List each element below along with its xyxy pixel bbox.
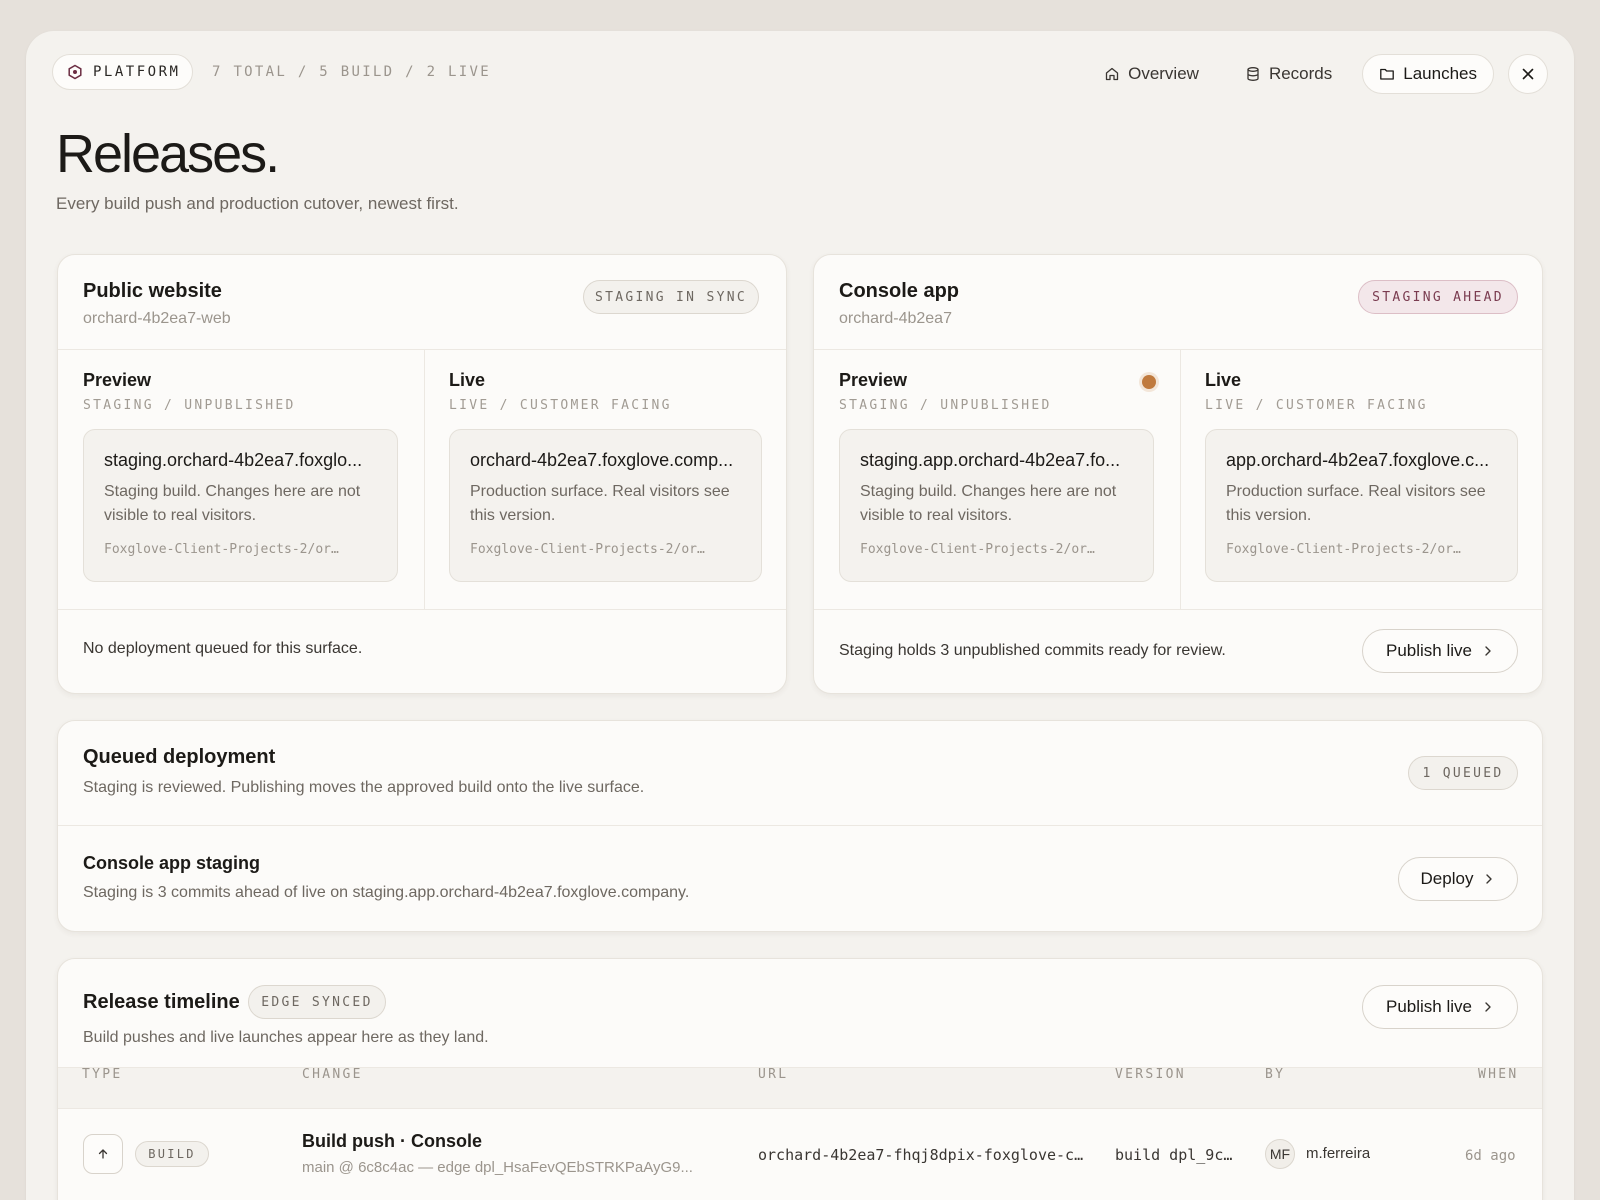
deploy-label: Deploy <box>1420 869 1474 888</box>
queue-title: Queued deployment <box>83 746 276 768</box>
column-header-version[interactable]: VERSION <box>1115 1067 1186 1082</box>
column-header-type[interactable]: TYPE <box>82 1067 123 1082</box>
change-title[interactable]: Build push · Console <box>302 1131 482 1152</box>
preview-url[interactable]: staging.app.orchard-4b2ea7.fo... <box>860 450 1139 471</box>
live-title: Live <box>449 370 486 390</box>
home-icon <box>1105 67 1119 81</box>
nav-records-label: Records <box>1268 64 1333 83</box>
avatar: MF <box>1265 1139 1295 1169</box>
close-icon <box>1522 68 1534 80</box>
project-footer-text: No deployment queued for this surface. <box>83 640 363 657</box>
status-badge: STAGING IN SYNC <box>583 280 759 314</box>
top-bar: PLATFORM 7 TOTAL / 5 BUILD / 2 LIVE Over… <box>52 54 1548 94</box>
column-header-url[interactable]: URL <box>758 1067 788 1082</box>
divider <box>58 349 786 350</box>
chevron-right-icon <box>1486 874 1493 884</box>
nav-records[interactable]: Records <box>1229 54 1348 94</box>
publish-live-label: Publish live <box>1386 641 1472 660</box>
preview-title: Preview <box>839 370 908 390</box>
preview-title: Preview <box>83 370 152 390</box>
nav-launches-label: Launches <box>1403 64 1477 83</box>
column-header-by[interactable]: BY <box>1265 1067 1285 1082</box>
edge-synced-badge: EDGE SYNCED <box>248 985 386 1019</box>
hexagon-icon <box>68 64 82 80</box>
preview-path: Foxglove-Client-Projects-2/or… <box>104 542 339 557</box>
row-author: m.ferreira <box>1306 1145 1371 1162</box>
preview-description: Staging build. Changes here are not visi… <box>104 483 361 524</box>
project-card-console-app: Console app orchard-4b2ea7 STAGING AHEAD… <box>813 254 1543 694</box>
divider <box>58 609 786 610</box>
unpublished-indicator <box>1142 375 1156 389</box>
project-card-public-website: Public website orchard-4b2ea7-web STAGIN… <box>57 254 787 694</box>
divider <box>58 825 1542 826</box>
close-button[interactable] <box>1508 54 1548 94</box>
live-url[interactable]: app.orchard-4b2ea7.foxglove.c... <box>1226 450 1503 471</box>
timeline-title: Release timeline <box>83 991 240 1013</box>
folder-icon <box>1380 68 1395 80</box>
deploy-button[interactable]: Deploy <box>1398 857 1518 901</box>
platform-label: PLATFORM <box>93 64 181 80</box>
project-title: Console app <box>839 280 960 302</box>
live-title: Live <box>1205 370 1242 390</box>
project-footer-text: Staging holds 3 unpublished commits read… <box>839 642 1226 659</box>
publish-live-label: Publish live <box>1386 997 1472 1016</box>
nav-overview-label: Overview <box>1128 64 1199 83</box>
project-id: orchard-4b2ea7 <box>839 310 952 327</box>
preview-url[interactable]: staging.orchard-4b2ea7.foxglo... <box>104 450 383 471</box>
preview-subtitle: STAGING / UNPUBLISHED <box>839 398 1052 413</box>
main-nav: Overview Records Launches <box>1088 54 1548 94</box>
nav-launches[interactable]: Launches <box>1362 54 1494 94</box>
column-header-when[interactable]: WHEN <box>1478 1067 1519 1082</box>
timeline-subtitle: Build pushes and live launches appear he… <box>83 1029 489 1046</box>
preview-subtitle: STAGING / UNPUBLISHED <box>83 398 296 413</box>
release-counts: 7 TOTAL / 5 BUILD / 2 LIVE <box>212 64 491 80</box>
live-url[interactable]: orchard-4b2ea7.foxglove.comp... <box>470 450 747 471</box>
preview-url-box[interactable]: staging.orchard-4b2ea7.foxglo... Staging… <box>83 429 398 582</box>
column-header-change[interactable]: CHANGE <box>302 1067 363 1082</box>
row-when: 6d ago <box>1465 1148 1516 1164</box>
preview-path: Foxglove-Client-Projects-2/or… <box>860 542 1095 557</box>
live-description: Production surface. Real visitors see th… <box>470 483 730 524</box>
change-subtitle: main @ 6c8c4ac — edge dpl_HsaFevQEbSTRKP… <box>302 1159 693 1176</box>
row-url[interactable]: orchard-4b2ea7-fhqj8dpix-foxglove-c… <box>758 1146 1090 1164</box>
table-header-row <box>58 1067 1542 1109</box>
divider <box>1180 349 1181 609</box>
queued-deployment-card: Queued deployment Staging is reviewed. P… <box>57 720 1543 932</box>
arrow-up-icon <box>98 1149 108 1159</box>
live-subtitle: LIVE / CUSTOMER FACING <box>1205 398 1428 413</box>
live-subtitle: LIVE / CUSTOMER FACING <box>449 398 672 413</box>
type-badge: BUILD <box>135 1141 209 1167</box>
publish-live-button[interactable]: Publish live <box>1362 985 1518 1029</box>
page-subtitle: Every build push and production cutover,… <box>56 194 459 213</box>
preview-url-box[interactable]: staging.app.orchard-4b2ea7.fo... Staging… <box>839 429 1154 582</box>
queue-subtitle: Staging is reviewed. Publishing moves th… <box>83 779 645 796</box>
divider <box>814 609 1542 610</box>
project-title: Public website <box>83 280 222 302</box>
status-badge: STAGING AHEAD <box>1358 280 1518 314</box>
publish-live-button[interactable]: Publish live <box>1362 629 1518 673</box>
platform-pill[interactable]: PLATFORM <box>52 54 193 90</box>
push-type-button[interactable] <box>83 1134 123 1174</box>
queue-item-description: Staging is 3 commits ahead of live on st… <box>83 884 690 901</box>
live-path: Foxglove-Client-Projects-2/or… <box>470 542 705 557</box>
live-description: Production surface. Real visitors see th… <box>1226 483 1486 524</box>
queue-count-badge: 1 QUEUED <box>1408 756 1518 790</box>
project-id: orchard-4b2ea7-web <box>83 310 231 327</box>
page-title: Releases. <box>56 124 280 184</box>
chevron-right-icon <box>1485 646 1491 656</box>
database-icon <box>1247 67 1259 81</box>
live-path: Foxglove-Client-Projects-2/or… <box>1226 542 1461 557</box>
row-version: build dpl_9c… <box>1115 1146 1233 1164</box>
divider <box>424 349 425 609</box>
preview-description: Staging build. Changes here are not visi… <box>860 483 1117 524</box>
live-url-box[interactable]: app.orchard-4b2ea7.foxglove.c... Product… <box>1205 429 1518 582</box>
queue-item-title: Console app staging <box>83 853 261 873</box>
chevron-right-icon <box>1485 1002 1491 1012</box>
nav-overview[interactable]: Overview <box>1088 54 1215 94</box>
divider <box>814 349 1542 350</box>
live-url-box[interactable]: orchard-4b2ea7.foxglove.comp... Producti… <box>449 429 762 582</box>
